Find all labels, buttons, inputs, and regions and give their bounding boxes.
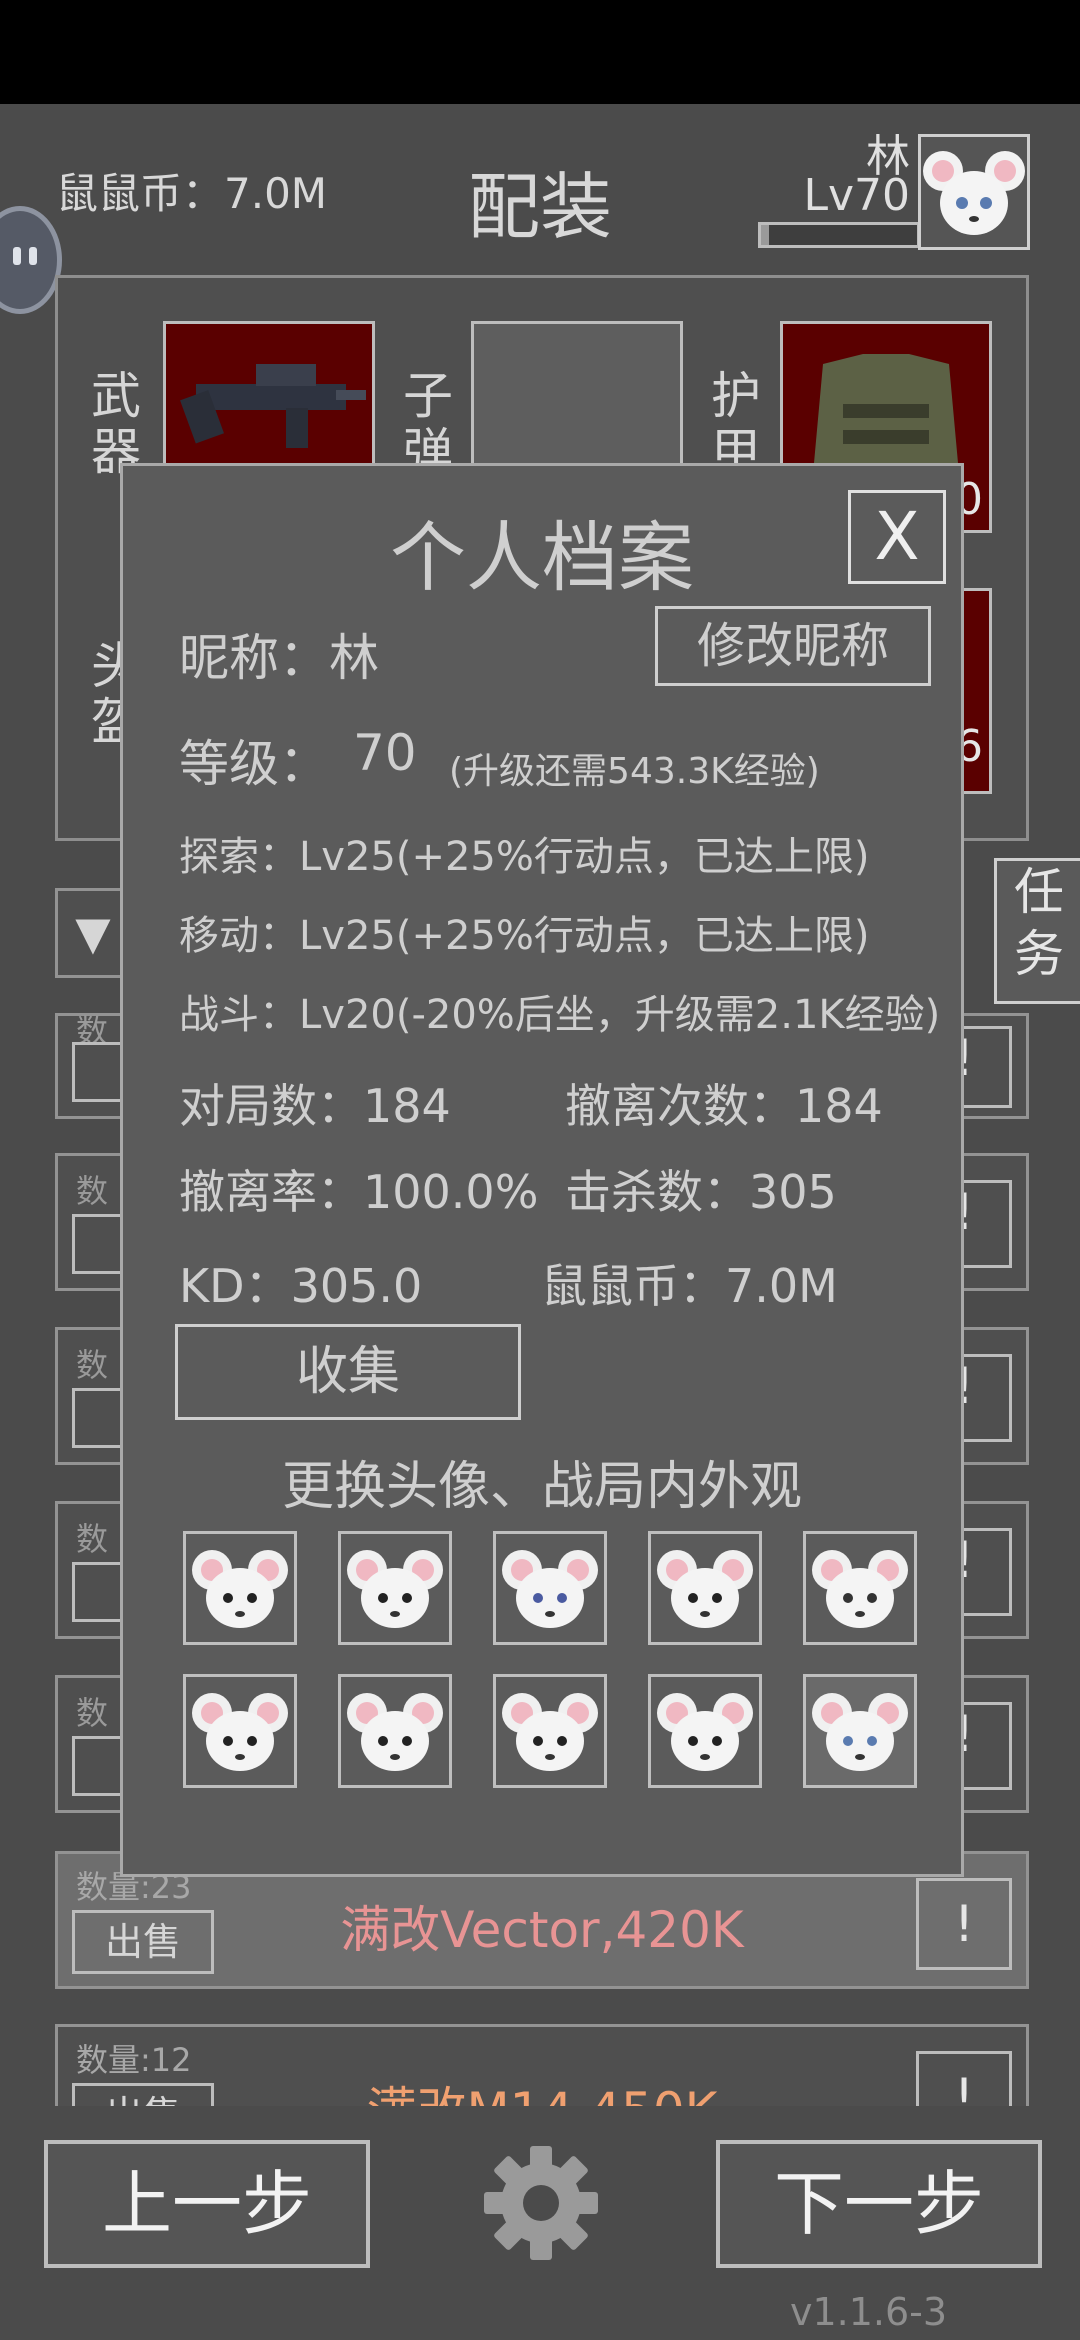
skins-title: 更换头像、战局内外观 (281, 1457, 802, 1517)
skin-option[interactable] (803, 1531, 917, 1645)
rifle-icon (180, 364, 366, 448)
profile-modal: 个人档案 X 昵称：林 修改昵称 等级： 70 (升级还需543.3K经验) 探… (120, 463, 964, 1877)
skin-option[interactable] (648, 1531, 762, 1645)
rename-button[interactable]: 修改昵称 (655, 606, 931, 686)
item-quantity: 数 (76, 1520, 109, 1558)
item-quantity: 数 (76, 1172, 109, 1210)
mouse-head-icon (657, 1693, 753, 1771)
level-value: 70 (353, 724, 417, 782)
skin-option[interactable] (648, 1674, 762, 1788)
armor-vest-icon (813, 354, 959, 474)
nickname-text: 昵称：林 (179, 629, 379, 687)
close-button[interactable]: X (848, 490, 946, 584)
settings-gear-icon[interactable] (478, 2140, 604, 2266)
mouse-head-icon (502, 1550, 598, 1628)
mouse-head-icon (812, 1693, 908, 1771)
prev-step-button[interactable]: 上一步 (44, 2140, 370, 2268)
xp-progress-bar (758, 222, 920, 248)
collect-button[interactable]: 收集 (175, 1324, 521, 1420)
match-count: 对局数：184 (179, 1079, 451, 1133)
mouse-head-icon (347, 1550, 443, 1628)
item-quantity: 数 (76, 1694, 109, 1732)
status-bar (0, 0, 1080, 104)
next-step-button[interactable]: 下一步 (716, 2140, 1042, 2268)
skin-option[interactable] (493, 1674, 607, 1788)
kill-count: 击杀数：305 (565, 1165, 837, 1219)
player-avatar[interactable] (918, 134, 1030, 250)
kd-ratio: KD：305.0 (179, 1259, 423, 1313)
version-label: v1.1.6-3 (790, 2290, 948, 2334)
extract-count: 撤离次数：184 (565, 1079, 883, 1133)
item-quantity: 数 (76, 1346, 109, 1384)
skin-option[interactable] (183, 1531, 297, 1645)
coin-count: 鼠鼠币：7.0M (541, 1259, 838, 1313)
skin-option[interactable] (338, 1674, 452, 1788)
mouse-head-icon (923, 151, 1025, 235)
mission-button[interactable]: 任 务 (994, 858, 1080, 1004)
skill-move: 移动：Lv25(+25%行动点，已达上限) (179, 913, 870, 959)
mouse-head-icon (502, 1693, 598, 1771)
info-button[interactable]: ! (916, 1878, 1012, 1970)
skill-explore: 探索：Lv25(+25%行动点，已达上限) (179, 834, 870, 880)
mouse-head-icon (192, 1550, 288, 1628)
skin-option[interactable] (493, 1531, 607, 1645)
player-level: Lv70 (803, 170, 910, 221)
mouse-head-icon (347, 1693, 443, 1771)
extract-rate: 撤离率：100.0% (179, 1165, 539, 1219)
skin-option[interactable] (338, 1531, 452, 1645)
level-label: 等级： (179, 735, 329, 793)
item-name: 满改Vector,420K (340, 1901, 744, 1959)
level-note: (升级还需543.3K经验) (449, 751, 820, 792)
skin-option[interactable] (803, 1674, 917, 1788)
mouse-head-icon (192, 1693, 288, 1771)
skin-option[interactable] (183, 1674, 297, 1788)
mouse-head-icon (657, 1550, 753, 1628)
modal-title: 个人档案 (390, 513, 694, 602)
skill-combat: 战斗：Lv20(-20%后坐，升级需2.1K经验) (179, 992, 941, 1038)
mouse-head-icon (812, 1550, 908, 1628)
